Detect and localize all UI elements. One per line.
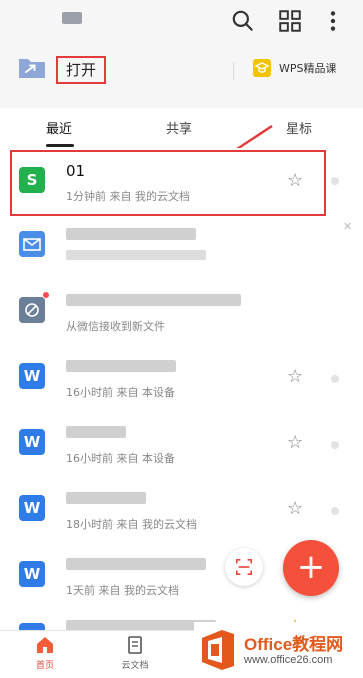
file-meta: 1分钟前 来自 我的云文档: [66, 190, 190, 203]
action-bar: 打开 WPS精品课: [0, 48, 363, 94]
close-icon[interactable]: ✕: [343, 220, 352, 233]
row-status-dot: [331, 441, 339, 449]
office-logo-icon: [202, 630, 234, 670]
open-button[interactable]: 打开: [56, 56, 107, 84]
top-bar: [0, 0, 363, 46]
active-tab-indicator: [46, 144, 74, 147]
divider: [233, 62, 234, 80]
file-meta: 1天前 来自 我的云文档: [66, 584, 179, 597]
watermark-title: Office教程网: [244, 635, 344, 654]
star-icon[interactable]: ☆: [287, 170, 303, 191]
unread-dot: [43, 292, 49, 298]
nav-cloud-docs[interactable]: 云文档: [105, 635, 165, 671]
new-document-button[interactable]: +: [283, 540, 339, 596]
row-status-dot: [331, 507, 339, 515]
blurred-file-meta: [66, 250, 206, 260]
blurred-file-name: [66, 426, 126, 438]
nav-label: 首页: [35, 661, 54, 671]
row-status-dot: [331, 375, 339, 383]
file-meta: 16小时前 来自 本设备: [66, 452, 175, 465]
star-icon[interactable]: ☆: [287, 366, 303, 387]
site-watermark: Office教程网 www.office26.com: [194, 622, 363, 678]
spreadsheet-icon: S: [19, 167, 45, 193]
file-row[interactable]: W 18小时前 来自 我的云文档 ☆: [0, 478, 363, 544]
word-doc-icon: W: [19, 429, 45, 455]
home-icon: [37, 637, 53, 653]
scan-icon: [235, 558, 253, 576]
file-meta: 16小时前 来自 本设备: [66, 386, 175, 399]
scan-button[interactable]: [225, 548, 263, 586]
blurred-file-name: [66, 228, 196, 240]
wps-course-link[interactable]: WPS精品课: [279, 60, 337, 76]
word-doc-icon: W: [19, 561, 45, 587]
watermark-url: www.office26.com: [244, 654, 333, 666]
search-icon[interactable]: [230, 8, 256, 34]
blurred-file-name: [66, 558, 206, 570]
mail-icon: [19, 231, 45, 257]
word-doc-icon: W: [19, 495, 45, 521]
app-logo: [62, 12, 82, 24]
nav-label: 云文档: [121, 661, 149, 671]
open-folder-icon[interactable]: [18, 56, 46, 80]
star-icon[interactable]: ☆: [287, 498, 303, 519]
blurred-file-name: [66, 492, 146, 504]
file-row[interactable]: W 16小时前 来自 本设备 ☆: [0, 412, 363, 478]
nav-home[interactable]: 首页: [15, 635, 75, 671]
file-meta: 18小时前 来自 我的云文档: [66, 518, 197, 531]
word-doc-icon: W: [19, 363, 45, 389]
more-vertical-icon[interactable]: [320, 8, 346, 34]
file-name: 01: [66, 162, 86, 180]
blurred-file-name: [66, 360, 176, 372]
row-status-dot: [331, 177, 339, 185]
wechat-file-icon: [19, 297, 45, 323]
file-row[interactable]: ✕: [0, 214, 363, 280]
word-doc-icon: W: [19, 623, 45, 630]
blurred-file-name: [66, 294, 241, 306]
grid-icon[interactable]: [277, 8, 303, 34]
file-meta: 从微信接收到新文件: [66, 320, 165, 333]
file-row[interactable]: 从微信接收到新文件: [0, 280, 363, 346]
document-icon: [128, 636, 142, 654]
tab-recent[interactable]: 最近: [46, 118, 72, 137]
graduation-cap-icon[interactable]: [253, 59, 271, 77]
star-icon[interactable]: ☆: [287, 432, 303, 453]
file-row-01[interactable]: S 01 1分钟前 来自 我的云文档 ☆: [10, 150, 326, 216]
file-row[interactable]: W 16小时前 来自 本设备 ☆: [0, 346, 363, 412]
